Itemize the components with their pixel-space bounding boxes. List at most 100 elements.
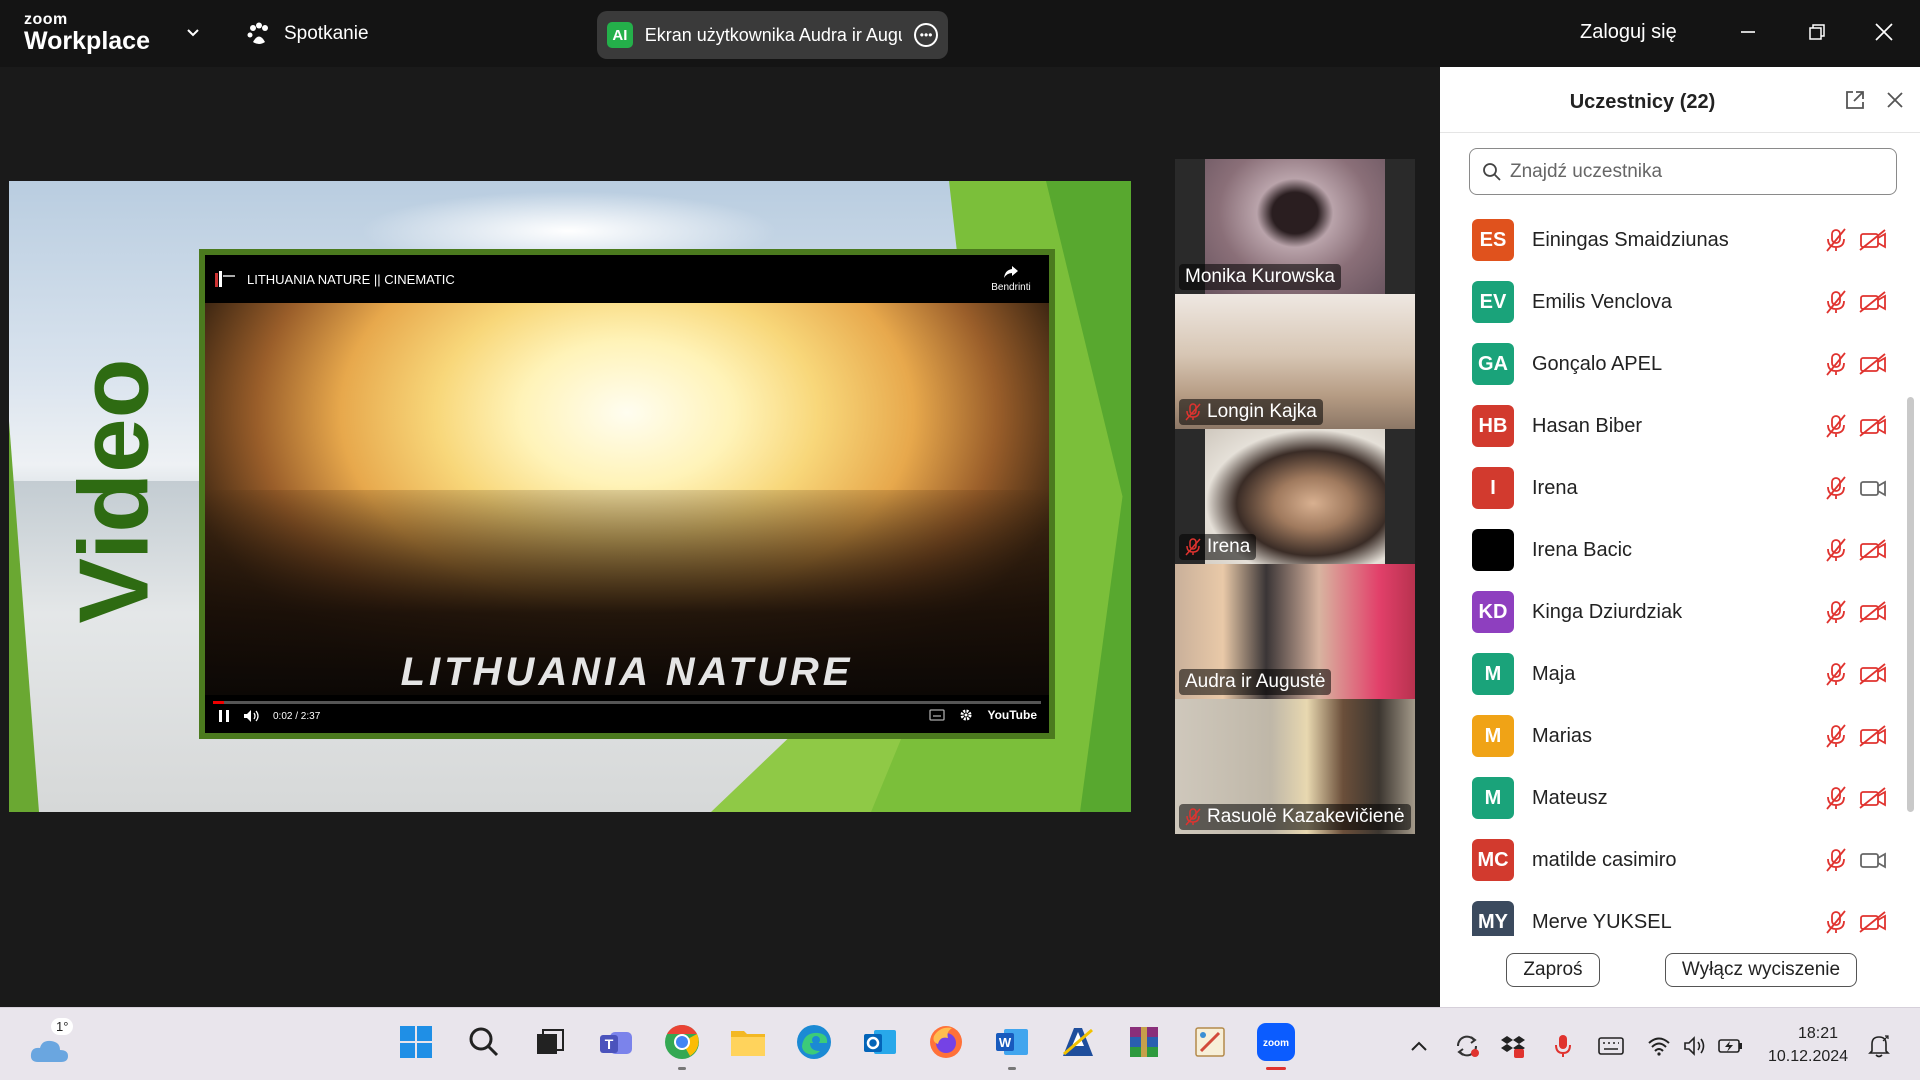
progress-played	[213, 701, 224, 704]
task-view-icon[interactable]	[528, 1020, 572, 1064]
scrollbar[interactable]	[1907, 397, 1914, 812]
mic-muted-icon[interactable]	[1825, 290, 1847, 314]
mic-muted-icon[interactable]	[1825, 600, 1847, 624]
chrome-icon[interactable]	[660, 1020, 704, 1070]
participant-row[interactable]: GA Gonçalo APEL	[1440, 333, 1900, 395]
keyboard-icon[interactable]	[1598, 1034, 1624, 1058]
svg-text:W: W	[999, 1035, 1012, 1050]
video-off-icon[interactable]	[1859, 911, 1887, 933]
mic-muted-icon[interactable]	[1825, 786, 1847, 810]
screen-share-indicator[interactable]: AI Ekran użytkownika Audra ir Augustė ••…	[597, 11, 948, 59]
video-off-icon[interactable]	[1859, 229, 1887, 251]
search-icon[interactable]	[462, 1020, 506, 1064]
close-window-icon[interactable]	[1870, 18, 1898, 46]
word-icon[interactable]: W	[990, 1020, 1034, 1070]
mic-muted-icon[interactable]	[1825, 848, 1847, 872]
youtube-logo[interactable]: YouTube	[987, 708, 1037, 722]
mic-muted-icon[interactable]	[1825, 414, 1847, 438]
paint-icon[interactable]	[1188, 1020, 1232, 1064]
video-on-icon[interactable]	[1859, 477, 1887, 499]
participant-row[interactable]: EV Emilis Venclova	[1440, 271, 1900, 333]
file-explorer-icon[interactable]	[726, 1020, 770, 1064]
video-off-icon[interactable]	[1859, 725, 1887, 747]
chevron-down-icon[interactable]	[185, 24, 201, 40]
winrar-icon[interactable]	[1122, 1020, 1166, 1064]
video-tile[interactable]: Rasuolė Kazakevičienė	[1175, 699, 1415, 834]
share-arrow-icon	[1004, 266, 1018, 278]
video-off-icon[interactable]	[1859, 353, 1887, 375]
battery-icon[interactable]	[1718, 1034, 1744, 1058]
mic-muted-icon[interactable]	[1825, 476, 1847, 500]
minimize-icon[interactable]	[1734, 18, 1762, 46]
tile-label: Audra ir Augustė	[1179, 669, 1332, 695]
participant-row[interactable]: I Irena	[1440, 457, 1900, 519]
video-title[interactable]: LITHUANIA NATURE || CINEMATIC	[247, 272, 981, 287]
cloud-icon	[30, 1040, 68, 1062]
chevron-up-icon[interactable]	[1406, 1034, 1432, 1058]
active-speaker-tile[interactable]: Audra ir Augustė	[1175, 564, 1415, 699]
pop-out-icon[interactable]	[1844, 89, 1866, 111]
weather-widget[interactable]: 1°	[28, 1018, 74, 1068]
participant-row[interactable]: KD Kinga Dziurdziak	[1440, 581, 1900, 643]
participant-row[interactable]: MC matilde casimiro	[1440, 829, 1900, 891]
share-button[interactable]: Bendrinti	[981, 265, 1041, 293]
video-off-icon[interactable]	[1859, 663, 1887, 685]
video-off-icon[interactable]	[1859, 539, 1887, 561]
invite-button[interactable]: Zaproś	[1506, 953, 1600, 987]
captions-icon[interactable]	[929, 709, 946, 721]
close-panel-icon[interactable]	[1886, 91, 1904, 109]
participant-search[interactable]	[1469, 148, 1897, 195]
participant-row[interactable]: ES Einingas Smaidziunas	[1440, 209, 1900, 271]
restore-icon[interactable]	[1803, 18, 1831, 46]
video-overlay-text: LITHUANIA NATURE	[400, 650, 854, 690]
mic-muted-icon[interactable]	[1825, 538, 1847, 562]
unmute-all-button[interactable]: Wyłącz wyciszenie	[1665, 953, 1857, 987]
meeting-menu[interactable]: Spotkanie	[246, 22, 369, 46]
mic-muted-icon[interactable]	[1825, 228, 1847, 252]
participant-row[interactable]: HB Hasan Biber	[1440, 395, 1900, 457]
video-on-icon[interactable]	[1859, 849, 1887, 871]
volume-icon[interactable]	[243, 709, 261, 723]
firefox-icon[interactable]	[924, 1020, 968, 1064]
channel-logo-icon[interactable]	[213, 269, 237, 289]
pause-icon[interactable]	[217, 709, 231, 723]
avatar: M	[1472, 653, 1514, 695]
video-off-icon[interactable]	[1859, 601, 1887, 623]
windows-start-icon[interactable]	[394, 1020, 438, 1064]
mic-muted-icon[interactable]	[1825, 352, 1847, 376]
video-tile[interactable]: Irena	[1175, 429, 1415, 564]
progress-bar[interactable]	[213, 701, 1041, 704]
search-input[interactable]	[1510, 160, 1890, 183]
mic-muted-icon[interactable]	[1825, 910, 1847, 934]
participant-row[interactable]: M Mateusz	[1440, 767, 1900, 829]
running-indicator	[1008, 1067, 1016, 1070]
video-off-icon[interactable]	[1859, 415, 1887, 437]
video-tile[interactable]: Monika Kurowska	[1175, 159, 1415, 294]
teams-icon[interactable]: T	[594, 1020, 638, 1064]
participant-row[interactable]: MY Merve YUKSEL	[1440, 891, 1900, 936]
edge-icon[interactable]	[792, 1020, 836, 1064]
mic-muted-icon[interactable]	[1825, 724, 1847, 748]
system-clock[interactable]: 18:21 10.12.2024	[1768, 1022, 1848, 1068]
sync-icon[interactable]	[1454, 1034, 1480, 1058]
login-link[interactable]: Zaloguj się	[1580, 21, 1677, 44]
video-off-icon[interactable]	[1859, 291, 1887, 313]
speaker-icon[interactable]	[1682, 1034, 1708, 1058]
zoom-icon[interactable]: zoom	[1254, 1020, 1298, 1070]
settings-gear-icon[interactable]	[959, 708, 973, 722]
participant-row[interactable]: M Maja	[1440, 643, 1900, 705]
youtube-player[interactable]: LITHUANIA NATURE || CINEMATIC Bendrinti …	[199, 249, 1055, 739]
more-options-icon[interactable]: •••	[914, 23, 938, 47]
video-off-icon[interactable]	[1859, 787, 1887, 809]
wifi-icon[interactable]	[1646, 1034, 1672, 1058]
app-a-icon[interactable]	[1056, 1020, 1100, 1064]
participant-row[interactable]: M Marias	[1440, 705, 1900, 767]
panel-header: Uczestnicy (22)	[1440, 67, 1920, 133]
video-tile[interactable]: Longin Kajka	[1175, 294, 1415, 429]
microphone-icon[interactable]	[1550, 1034, 1576, 1058]
participant-row[interactable]: Irena Bacic	[1440, 519, 1900, 581]
mic-muted-icon[interactable]	[1825, 662, 1847, 686]
dropbox-icon[interactable]	[1500, 1034, 1526, 1058]
outlook-icon[interactable]	[858, 1020, 902, 1064]
notification-bell-icon[interactable]	[1866, 1034, 1892, 1058]
